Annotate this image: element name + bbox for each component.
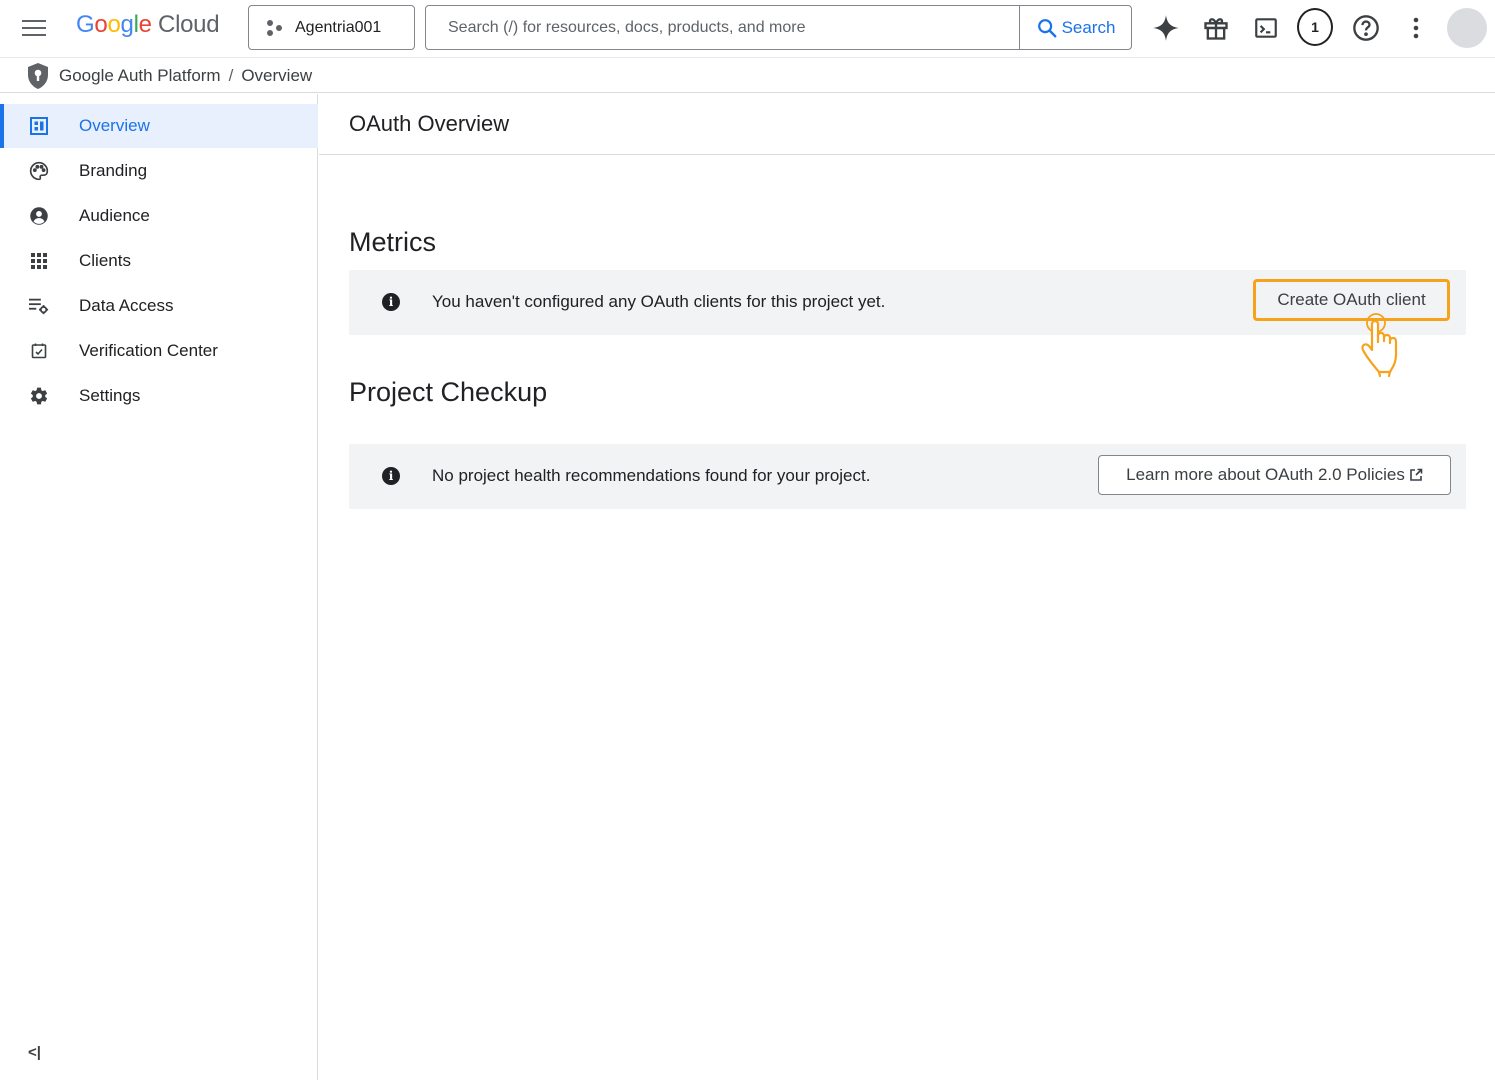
search-icon: [1037, 18, 1057, 37]
sidebar-item-audience[interactable]: Audience: [0, 194, 318, 238]
sidebar-item-overview[interactable]: Overview: [0, 104, 318, 148]
pointer-hand-icon: [1361, 313, 1398, 378]
project-name: Agentria001: [295, 18, 382, 36]
project-picker-button[interactable]: Agentria001: [248, 5, 415, 50]
notifications-icon[interactable]: 1: [1297, 8, 1333, 46]
metrics-card: i You haven't configured any OAuth clien…: [349, 270, 1466, 335]
collapse-sidebar-button[interactable]: <|: [28, 1044, 41, 1061]
notification-count: 1: [1297, 8, 1333, 46]
open-in-new-icon: [1410, 468, 1423, 481]
metrics-message: You haven't configured any OAuth clients…: [432, 292, 886, 311]
breadcrumb-page: Overview: [241, 66, 313, 85]
breadcrumb-product[interactable]: Google Auth Platform: [59, 66, 221, 85]
breadcrumb: Google Auth Platform / Overview: [0, 57, 1495, 93]
checkup-message: No project health recommendations found …: [432, 466, 871, 485]
account-avatar[interactable]: [1447, 8, 1487, 48]
palette-icon: [28, 160, 50, 182]
apps-grid-icon: [28, 250, 50, 272]
project-checkup-card: i No project health recommendations foun…: [349, 444, 1466, 509]
learn-more-label: Learn more about OAuth 2.0 Policies: [1126, 465, 1405, 484]
project-hub-icon: [265, 18, 285, 38]
checkbox-icon: [28, 340, 50, 362]
top-bar: Google Cloud Agentria001 Search (/) for …: [0, 0, 1495, 56]
info-icon: i: [382, 293, 400, 311]
main-menu-icon[interactable]: [18, 14, 50, 42]
gear-icon: [28, 385, 50, 407]
gemini-spark-icon[interactable]: [1148, 10, 1184, 46]
page-header: OAuth Overview: [319, 94, 1495, 155]
main-content: OAuth Overview Metrics i You haven't con…: [319, 94, 1495, 1080]
search-button-label: Search: [1061, 17, 1116, 37]
search-bar: Search: [425, 5, 1132, 50]
breadcrumb-separator: /: [228, 66, 234, 85]
sidebar-item-settings[interactable]: Settings: [0, 374, 318, 418]
gift-icon[interactable]: [1198, 10, 1234, 46]
sidebar-item-clients[interactable]: Clients: [0, 239, 318, 283]
shield-keyhole-icon: [28, 63, 48, 89]
create-oauth-client-button[interactable]: Create OAuth client: [1253, 279, 1450, 321]
sidebar-nav: Overview Branding Audience Clients Data …: [0, 94, 318, 1080]
metrics-heading: Metrics: [349, 227, 436, 257]
sidebar-item-branding[interactable]: Branding: [0, 149, 318, 193]
google-cloud-logo[interactable]: Google Cloud: [76, 11, 220, 39]
list-settings-icon: [28, 295, 50, 317]
page-title: OAuth Overview: [349, 111, 510, 136]
sidebar-item-verification-center[interactable]: Verification Center: [0, 329, 318, 373]
search-button[interactable]: Search: [1019, 6, 1131, 49]
sidebar-item-data-access[interactable]: Data Access: [0, 284, 318, 328]
help-icon[interactable]: [1348, 10, 1384, 46]
dashboard-icon: [28, 115, 50, 137]
cloud-shell-icon[interactable]: [1248, 10, 1284, 46]
info-icon: i: [382, 467, 400, 485]
more-vert-icon[interactable]: [1398, 10, 1434, 46]
project-checkup-heading: Project Checkup: [349, 377, 548, 407]
search-input[interactable]: [426, 6, 1019, 49]
account-circle-icon: [28, 205, 50, 227]
learn-more-oauth-policies-button[interactable]: Learn more about OAuth 2.0 Policies: [1098, 455, 1451, 495]
